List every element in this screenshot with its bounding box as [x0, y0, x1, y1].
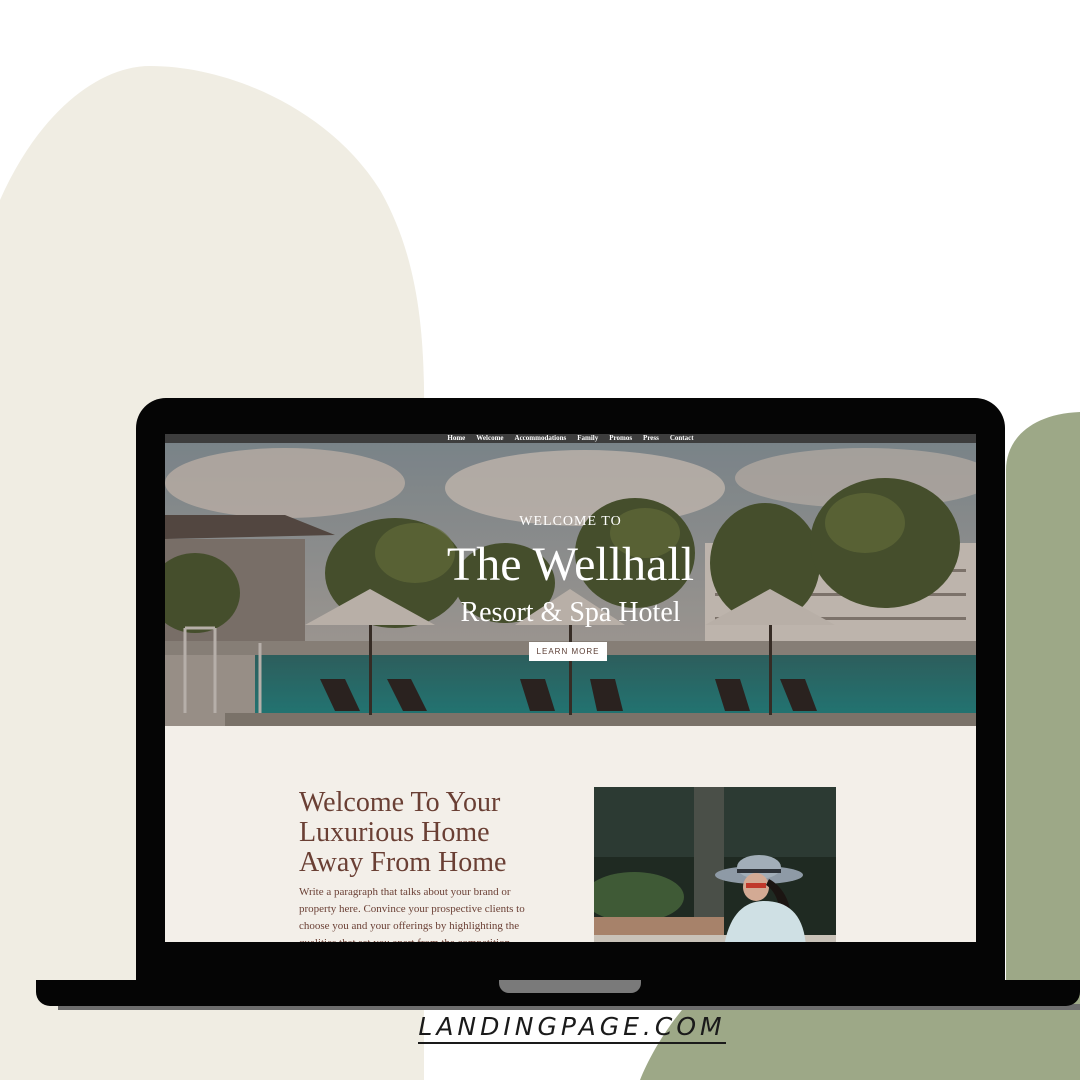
brand-link[interactable]: LANDINGPAGE.COM	[418, 1012, 726, 1044]
nav-press[interactable]: Press	[643, 434, 659, 443]
hero-title: The Wellhall	[446, 538, 695, 591]
nav-contact[interactable]: Contact	[670, 434, 694, 443]
footer-brand: LANDINGPAGE.COM	[0, 1012, 1080, 1044]
hero-subtitle: Resort & Spa Hotel	[460, 597, 681, 628]
intro-paragraph: Write a paragraph that talks about your …	[299, 886, 525, 942]
laptop-notch	[499, 980, 641, 993]
nav-family[interactable]: Family	[577, 434, 598, 443]
nav-promos[interactable]: Promos	[609, 434, 632, 443]
nav-accommodations[interactable]: Accommodations	[515, 434, 567, 443]
site-nav: Home Welcome Accommodations Family Promo…	[165, 434, 976, 443]
hero-section: WELCOME TO The Wellhall Resort & Spa Hot…	[165, 443, 976, 726]
nav-welcome[interactable]: Welcome	[476, 434, 503, 443]
hero-kicker: WELCOME TO	[519, 514, 622, 529]
laptop-screen: Home Welcome Accommodations Family Promo…	[165, 434, 976, 942]
learn-more-button[interactable]: LEARN MORE	[529, 642, 607, 661]
intro-heading: Welcome To Your Luxurious Home Away From…	[299, 787, 507, 878]
woman-in-hat-photo	[594, 787, 836, 942]
nav-home[interactable]: Home	[447, 434, 465, 443]
